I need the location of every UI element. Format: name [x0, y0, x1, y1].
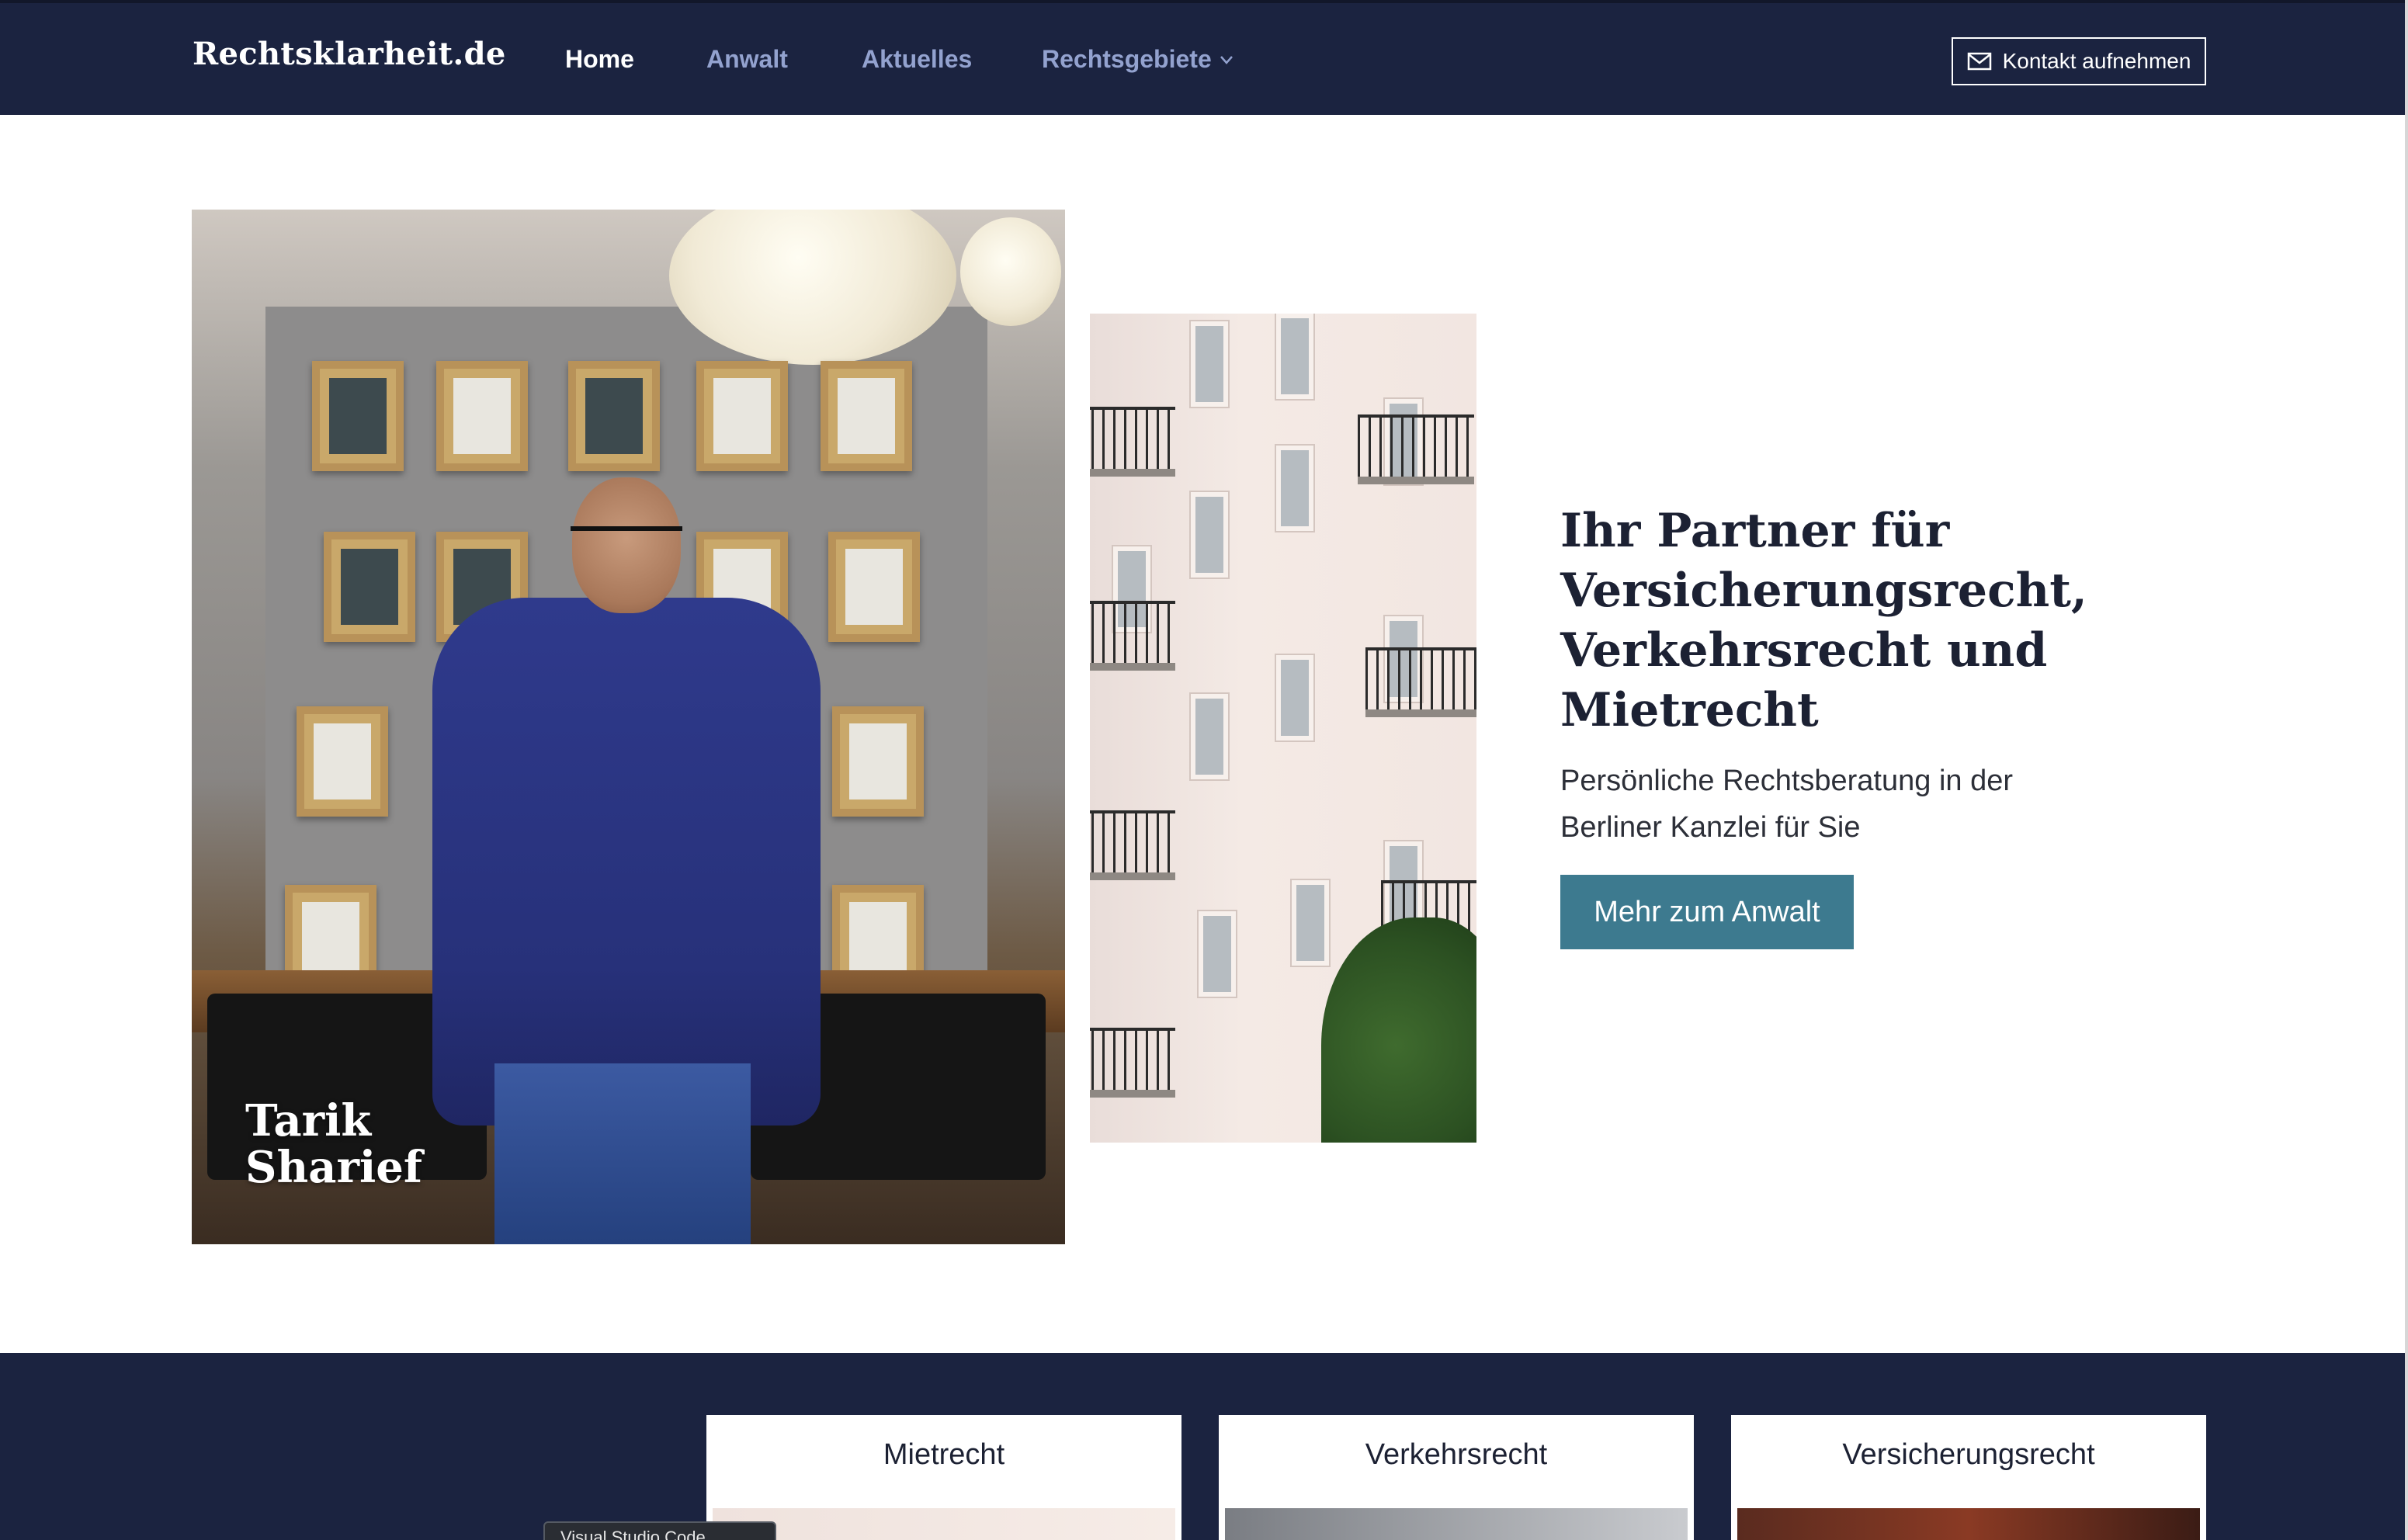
building-image — [1090, 314, 1476, 1143]
building-window — [1276, 446, 1313, 531]
practice-card-versicherungsrecht[interactable]: Versicherungsrecht — [1731, 1415, 2206, 1540]
more-about-lawyer-button[interactable]: Mehr zum Anwalt — [1560, 875, 1854, 949]
wall-frame — [312, 361, 404, 471]
balcony — [1358, 414, 1474, 484]
mail-icon — [1967, 52, 1991, 71]
practice-card-title: Mietrecht — [883, 1438, 1005, 1471]
portrait-caption: Tarik Sharief — [245, 1098, 422, 1191]
practice-card-verkehrsrecht[interactable]: Verkehrsrecht — [1219, 1415, 1694, 1540]
practice-card-title: Versicherungsrecht — [1842, 1438, 2095, 1471]
wall-frame — [696, 361, 788, 471]
balcony — [1090, 407, 1175, 477]
site-header: Rechtsklarheit.de Home Anwalt Aktuelles … — [0, 0, 2408, 115]
tree-foliage — [1321, 917, 1476, 1143]
wall-frame — [324, 532, 415, 642]
person-glasses — [571, 526, 682, 554]
hero-title: Ihr Partner für Versicherungsrecht, Verk… — [1560, 504, 2087, 737]
wall-frame — [828, 532, 920, 642]
site-logo[interactable]: Rechtsklarheit.de — [193, 36, 506, 72]
building-window — [1191, 694, 1228, 779]
contact-button[interactable]: Kontakt aufnehmen — [1952, 37, 2206, 85]
building-window — [1276, 314, 1313, 399]
portrait-caption-last: Sharief — [245, 1142, 422, 1193]
chevron-down-icon — [1220, 55, 1233, 64]
practice-card-image — [1225, 1508, 1688, 1540]
lawyer-portrait-image — [192, 210, 1065, 1244]
practice-card-title: Verkehrsrecht — [1365, 1438, 1548, 1471]
practice-card-mietrecht[interactable]: Mietrecht — [706, 1415, 1181, 1540]
window-edge — [2405, 0, 2408, 1540]
contact-button-label: Kontakt aufnehmen — [2002, 49, 2191, 73]
practice-card-image — [713, 1508, 1175, 1540]
wall-frame — [821, 361, 912, 471]
building-window — [1292, 880, 1329, 966]
building-window — [1199, 911, 1236, 997]
wall-frame — [297, 706, 388, 817]
balcony — [1090, 810, 1175, 880]
balcony — [1090, 1028, 1175, 1098]
balcony — [1090, 601, 1175, 671]
building-window — [1191, 492, 1228, 578]
nav-aktuelles[interactable]: Aktuelles — [862, 45, 972, 74]
building-window — [1191, 321, 1228, 407]
practice-card-image — [1737, 1508, 2200, 1540]
person-shirt — [432, 598, 821, 1126]
nav-anwalt[interactable]: Anwalt — [706, 45, 788, 74]
hero-subtitle: Persönliche Rechtsberatung in der Berlin… — [1560, 765, 2014, 844]
wall-frame — [436, 361, 528, 471]
person-jeans — [494, 1063, 751, 1244]
wall-frame — [832, 706, 924, 817]
nav-rechtsgebiete[interactable]: Rechtsgebiete — [1042, 45, 1235, 74]
app-tooltip: Visual Studio Code — [543, 1521, 776, 1540]
paper-lamp-small — [960, 217, 1061, 326]
wall-frame — [568, 361, 660, 471]
nav-rechtsgebiete-label: Rechtsgebiete — [1042, 45, 1212, 73]
building-window — [1276, 655, 1313, 741]
portrait-caption-first: Tarik — [245, 1095, 372, 1146]
balcony — [1365, 647, 1476, 717]
nav-home[interactable]: Home — [565, 45, 634, 74]
